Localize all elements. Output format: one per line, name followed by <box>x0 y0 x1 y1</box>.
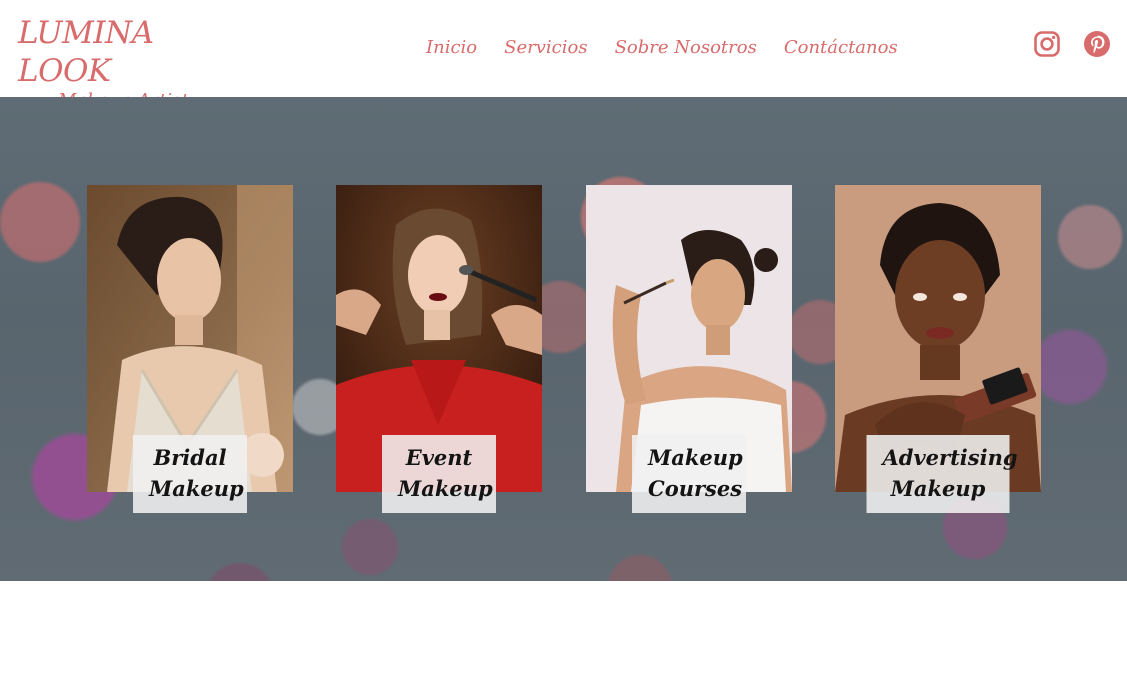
card-title-line1: Bridal <box>153 445 227 470</box>
card-title-line1: Makeup <box>648 445 743 470</box>
pinterest-icon[interactable] <box>1083 30 1111 58</box>
card-title-line2: Makeup <box>398 476 493 501</box>
nav-link-contactanos[interactable]: Contáctanos <box>784 34 898 62</box>
nav-link-servicios[interactable]: Servicios <box>504 34 587 62</box>
service-card-advertising[interactable]: Advertising Makeup <box>835 185 1041 513</box>
service-card-event[interactable]: Event Makeup <box>336 185 542 513</box>
service-card-label: Event Makeup <box>382 435 496 513</box>
service-card-label: Makeup Courses <box>632 435 746 513</box>
card-title-line2: Courses <box>648 476 743 501</box>
nav-link-sobre-nosotros[interactable]: Sobre Nosotros <box>615 34 757 62</box>
card-title-line2: Makeup <box>890 476 986 501</box>
page-bottom-space <box>0 581 1127 685</box>
card-title-line1: Event <box>405 445 473 470</box>
card-title-line2: Makeup <box>149 476 244 501</box>
instagram-icon[interactable] <box>1033 30 1061 58</box>
nav-link-inicio[interactable]: Inicio <box>426 34 477 62</box>
service-card-bridal[interactable]: Bridal Makeup <box>87 185 293 513</box>
service-card-label: Bridal Makeup <box>133 435 247 513</box>
services-hero: Bridal Makeup Event Makeup Makeup Course… <box>0 97 1127 581</box>
main-nav: Inicio Servicios Sobre Nosotros Contácta… <box>426 34 898 62</box>
service-card-courses[interactable]: Makeup Courses <box>586 185 792 513</box>
site-header: LUMINA LOOK Makeup Artist Inicio Servici… <box>0 0 1127 111</box>
bokeh-background: Bridal Makeup Event Makeup Makeup Course… <box>0 97 1127 581</box>
brand-name: LUMINA LOOK <box>18 15 154 89</box>
social-links <box>1033 30 1111 58</box>
card-title-line1: Advertising <box>882 445 1018 470</box>
service-card-label: Advertising Makeup <box>866 435 1018 513</box>
